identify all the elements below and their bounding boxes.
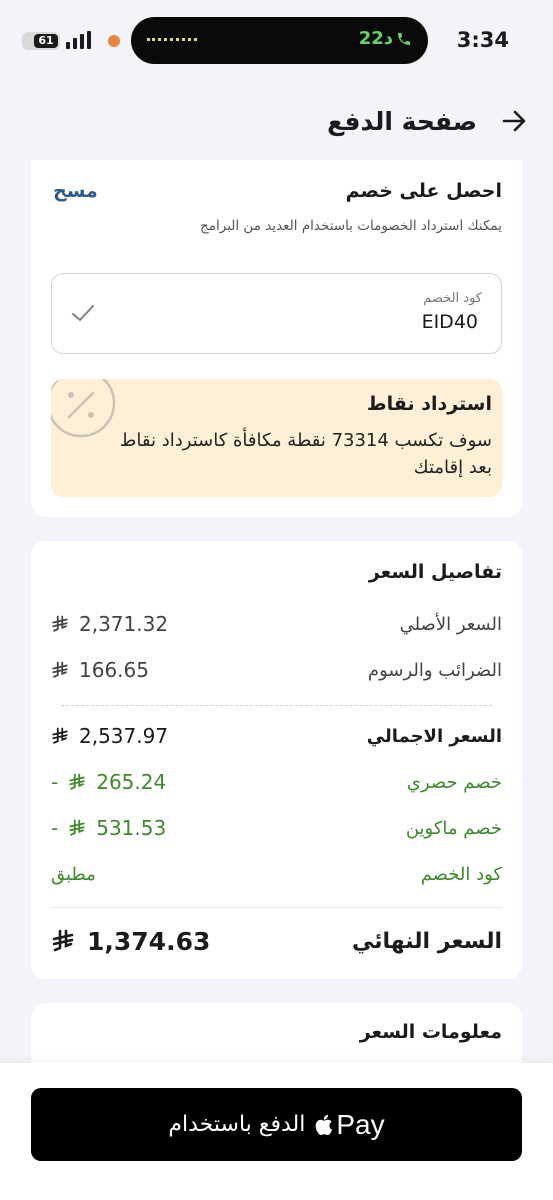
price-details-card: تفاصيل السعر السعر الأصلي 2,371.32 الضرا…	[31, 541, 522, 979]
final-price: 1,374.63	[87, 926, 211, 956]
arrow-right-icon[interactable]	[499, 106, 529, 136]
points-description: سوف تكسب 73314 نقطة مكافأة كاسترداد نقاط…	[119, 430, 492, 478]
riyal-icon	[52, 615, 68, 632]
price-row-taxes: الضرائب والرسوم 166.65	[51, 655, 502, 685]
apple-pay-button[interactable]: الدفع باستخدام Pay	[31, 1088, 522, 1161]
recording-indicator-icon	[108, 35, 120, 47]
price-row-discount-code: كود الخصم مطبق	[51, 863, 502, 885]
pay-button-label: الدفع باستخدام	[168, 1112, 306, 1137]
discount-code-status: مطبق	[51, 863, 96, 885]
price-row-total: السعر الاجمالي 2,537.97	[51, 721, 502, 751]
battery-icon: 61	[22, 32, 60, 50]
discount-card: احصل على خصم مسح يمكنك استرداد الخصومات …	[31, 160, 522, 517]
page-header: صفحة الدفع	[0, 96, 553, 146]
riyal-icon	[52, 661, 68, 678]
call-duration: 22د	[358, 28, 393, 49]
discount-code-label: كود الخصم	[423, 291, 482, 306]
pay-logo-text: Pay	[336, 1108, 385, 1140]
riyal-icon	[69, 819, 85, 836]
divider	[51, 907, 502, 908]
price-details-title: تفاصيل السعر	[368, 561, 502, 583]
bottom-bar: الدفع باستخدام Pay	[0, 1063, 553, 1200]
apple-icon	[315, 1114, 333, 1135]
discount-title: احصل على خصم	[345, 180, 502, 202]
riyal-icon	[52, 727, 68, 744]
price-row-final: السعر النهائي 1,374.63	[51, 924, 502, 958]
phone-icon	[398, 32, 410, 45]
riyal-icon	[52, 929, 74, 952]
audio-waveform-icon	[147, 38, 197, 41]
points-redemption-banner: استرداد نقاط سوف تكسب 73314 نقطة مكافأة …	[51, 379, 502, 497]
price-row-exclusive-discount: خصم حصري - 265.24	[51, 770, 502, 794]
call-indicator: 22د	[359, 28, 412, 49]
price-row-mukwin-discount: خصم ماكوين - 531.53	[51, 816, 502, 840]
status-bar: 61 22د 3:34	[0, 0, 553, 80]
discount-subtitle: يمكنك استرداد الخصومات باستخدام العديد م…	[200, 218, 502, 234]
riyal-icon	[69, 773, 85, 790]
clear-button[interactable]: مسح	[53, 180, 98, 202]
check-icon	[72, 305, 94, 321]
price-row-original: السعر الأصلي 2,371.32	[51, 609, 502, 639]
price-info-title: معلومات السعر	[359, 1021, 502, 1043]
clock: 3:34	[456, 28, 509, 52]
apple-pay-logo: Pay	[313, 1108, 385, 1141]
dynamic-island[interactable]: 22د	[131, 17, 428, 64]
discount-code-value[interactable]: EID40	[422, 311, 478, 333]
points-title: استرداد نقاط	[366, 393, 492, 415]
battery-level: 61	[34, 34, 58, 48]
discount-code-field[interactable]: كود الخصم EID40	[51, 273, 502, 354]
page-title: صفحة الدفع	[327, 106, 477, 136]
signal-icon	[66, 31, 96, 49]
dashed-divider	[61, 705, 492, 706]
